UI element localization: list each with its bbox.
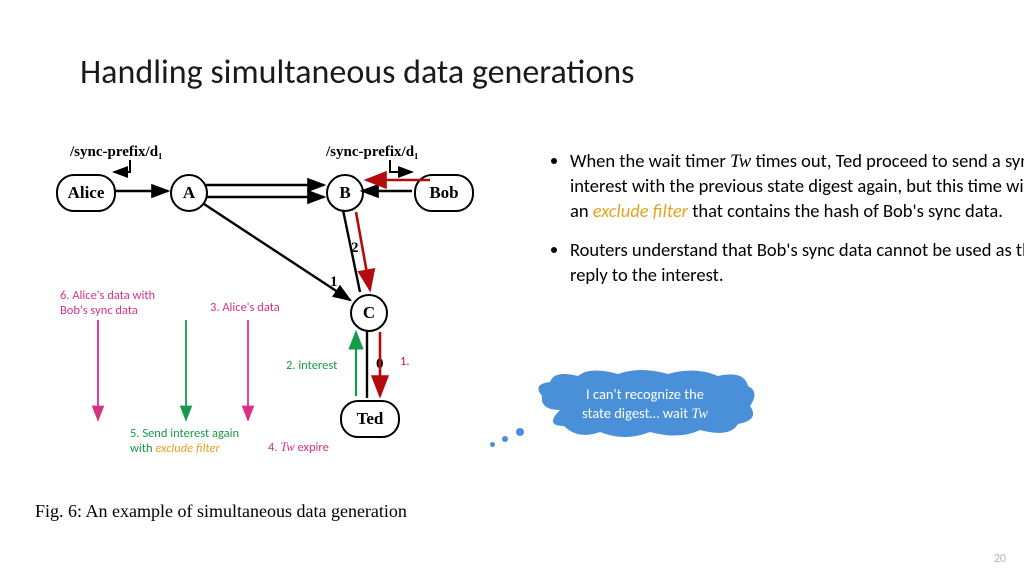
ann-step-2: 2. interest	[286, 358, 337, 373]
bullet-2: Routers understand that Bob's sync data …	[570, 238, 1024, 288]
page-number: 20	[994, 552, 1006, 566]
ann-step-6: 6. Alice's data withBob's sync data	[60, 288, 155, 318]
thought-dot-icon	[516, 428, 524, 436]
ann-step-5: 5. Send interest againwith exclude filte…	[130, 426, 239, 456]
node-b: B	[326, 174, 364, 212]
ann-step-3: 3. Alice's data	[210, 300, 280, 315]
node-ted: Ted	[340, 400, 400, 438]
diagram-wires-icon	[30, 130, 330, 280]
bullet-1: When the wait timer Tw times out, Ted pr…	[570, 149, 1024, 225]
cloud-text: I can't recognize the state digest… wait…	[530, 370, 760, 438]
ann-step-4: 4. Tw expire	[268, 440, 329, 455]
ann-step-1: 1.	[400, 354, 410, 369]
slide: Handling simultaneous data generations 2…	[0, 0, 1024, 576]
slide-title: Handling simultaneous data generations	[80, 52, 634, 93]
network-diagram: /sync-prefix/d₁ /sync-prefix/d₁ Alice A …	[30, 130, 510, 490]
prefix-right-label: /sync-prefix/d₁	[326, 144, 419, 161]
figure-caption: Fig. 6: An example of simultaneous data …	[35, 501, 407, 522]
node-c: C	[350, 294, 388, 332]
thought-cloud: I can't recognize the state digest… wait…	[530, 370, 760, 438]
bullet-list: When the wait timer Tw times out, Ted pr…	[530, 149, 1024, 303]
